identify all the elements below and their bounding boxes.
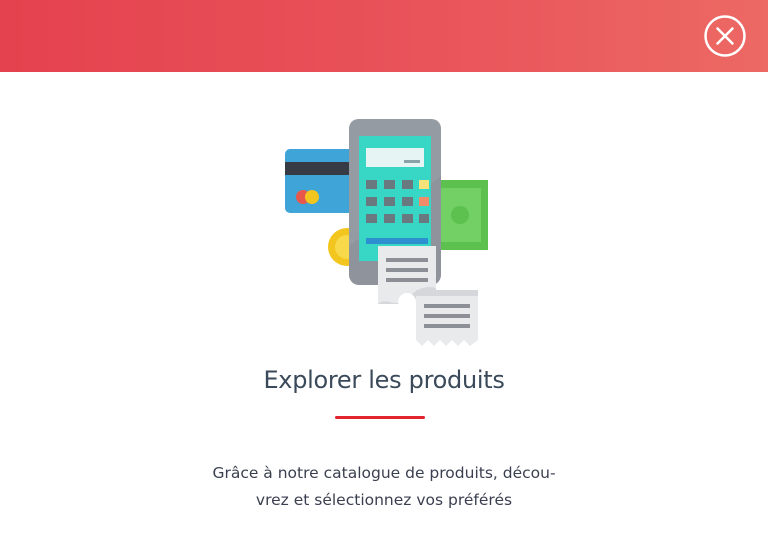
- close-button[interactable]: [704, 15, 746, 57]
- close-circle-icon: [704, 15, 746, 57]
- page-title: Explorer les produits: [263, 366, 505, 394]
- header-bar: [0, 0, 768, 72]
- description-line-1: Grâce à notre catalogue de produits, déc…: [212, 464, 556, 482]
- description-line-2: vrez et sélectionnez vos préférés: [255, 491, 513, 509]
- payment-terminal-icon: [285, 119, 488, 346]
- description: Grâce à notre catalogue de produits, déc…: [184, 460, 584, 514]
- title-divider: [335, 416, 425, 419]
- receipt-icon-second: [416, 290, 478, 346]
- payment-illustration: [282, 116, 492, 348]
